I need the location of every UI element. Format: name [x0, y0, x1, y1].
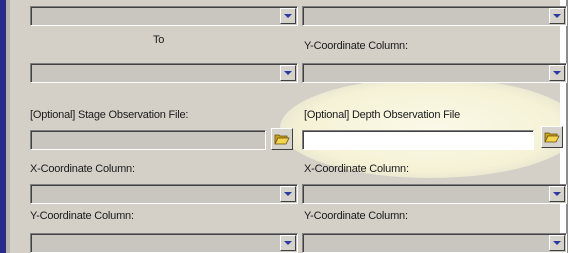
stage-browse-button[interactable]	[271, 128, 293, 150]
y-coordinate-column-right-label: Y-Coordinate Column:	[304, 210, 408, 222]
to-label: To	[153, 34, 165, 46]
x-coordinate-column-left-label: X-Coordinate Column:	[30, 163, 135, 175]
chevron-down-icon[interactable]	[549, 8, 565, 24]
panel-right-border	[566, 0, 568, 253]
depth-observation-file-input[interactable]	[302, 130, 534, 150]
depth-browse-button[interactable]	[541, 126, 563, 148]
stage-observation-file-label: [Optional] Stage Observation File:	[30, 109, 189, 121]
chevron-down-icon[interactable]	[280, 65, 296, 81]
x-coordinate-column-left-dropdown[interactable]	[30, 184, 298, 204]
y-coordinate-column-label: Y-Coordinate Column:	[304, 40, 408, 52]
y-coordinate-column-left-dropdown[interactable]	[30, 233, 298, 253]
chevron-down-icon[interactable]	[549, 65, 565, 81]
x-coordinate-column-right-dropdown[interactable]	[302, 184, 567, 204]
chevron-down-icon[interactable]	[549, 186, 565, 202]
chevron-down-icon[interactable]	[280, 8, 296, 24]
y-coordinate-column-right-dropdown[interactable]	[302, 233, 567, 253]
folder-open-icon	[544, 132, 560, 143]
stage-observation-file-input[interactable]	[30, 130, 266, 150]
to-dropdown[interactable]	[30, 63, 298, 83]
folder-open-icon	[274, 134, 290, 145]
chevron-down-icon[interactable]	[549, 235, 565, 251]
top-left-dropdown[interactable]	[30, 6, 298, 26]
y-coordinate-column-dropdown[interactable]	[302, 63, 567, 83]
top-right-dropdown[interactable]	[302, 6, 567, 26]
x-coordinate-column-right-label: X-Coordinate Column:	[304, 163, 409, 175]
y-coordinate-column-left-label: Y-Coordinate Column:	[30, 210, 134, 222]
chevron-down-icon[interactable]	[280, 235, 296, 251]
depth-observation-file-label: [Optional] Depth Observation File	[304, 109, 461, 121]
panel-edge	[6, 0, 10, 253]
chevron-down-icon[interactable]	[280, 186, 296, 202]
